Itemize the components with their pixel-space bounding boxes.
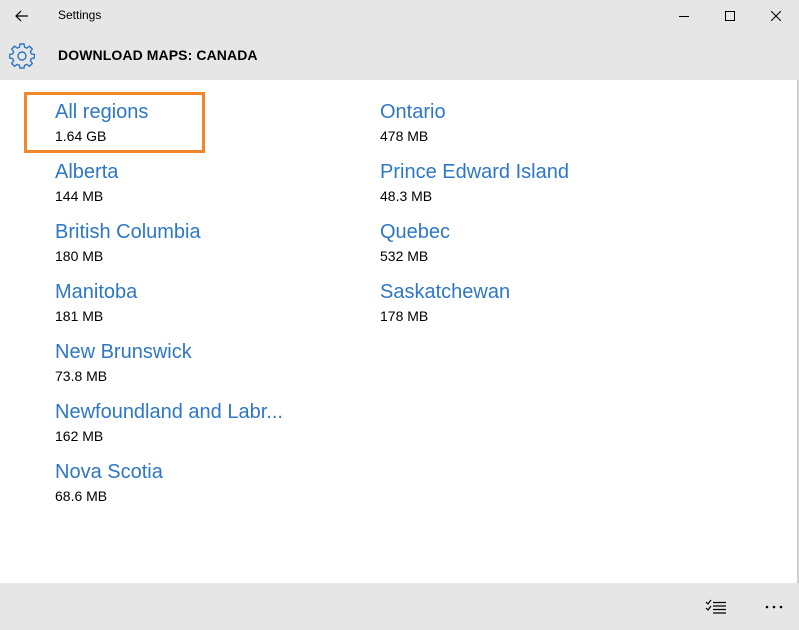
select-button[interactable] bbox=[692, 583, 740, 630]
region-name: British Columbia bbox=[55, 221, 201, 243]
window-title: Settings bbox=[58, 8, 102, 22]
region-item-prince-edward-island[interactable]: Prince Edward Island 48.3 MB bbox=[380, 140, 670, 204]
region-name: Newfoundland and Labr... bbox=[55, 401, 283, 423]
back-arrow-icon bbox=[15, 10, 28, 22]
region-name: Quebec bbox=[380, 221, 451, 243]
region-item-british-columbia[interactable]: British Columbia 180 MB bbox=[55, 200, 345, 264]
regions-list: All regions 1.64 GB Alberta 144 MB Briti… bbox=[0, 80, 799, 583]
region-size: 68.6 MB bbox=[55, 488, 108, 504]
more-ellipsis-icon bbox=[765, 605, 783, 608]
region-name: All regions bbox=[55, 101, 149, 123]
minimize-button[interactable] bbox=[661, 0, 707, 32]
select-list-icon bbox=[705, 599, 726, 614]
close-icon bbox=[771, 11, 781, 21]
region-item-all-regions[interactable]: All regions 1.64 GB bbox=[55, 80, 345, 144]
region-item-manitoba[interactable]: Manitoba 181 MB bbox=[55, 260, 345, 324]
region-name: Prince Edward Island bbox=[380, 161, 569, 183]
maximize-button[interactable] bbox=[707, 0, 753, 32]
minimize-icon bbox=[679, 16, 689, 17]
title-bar: Settings bbox=[0, 0, 799, 32]
maximize-icon bbox=[725, 11, 735, 21]
gear-icon bbox=[9, 43, 35, 69]
region-item-alberta[interactable]: Alberta 144 MB bbox=[55, 140, 345, 204]
region-size: 178 MB bbox=[380, 308, 429, 324]
region-name: Saskatchewan bbox=[380, 281, 511, 303]
region-name: New Brunswick bbox=[55, 341, 192, 363]
app-bar bbox=[0, 583, 799, 630]
region-name: Manitoba bbox=[55, 281, 138, 303]
close-button[interactable] bbox=[753, 0, 799, 32]
region-name: Nova Scotia bbox=[55, 461, 163, 483]
more-button[interactable] bbox=[750, 583, 798, 630]
region-item-quebec[interactable]: Quebec 532 MB bbox=[380, 200, 670, 264]
region-item-newfoundland-and-labrador[interactable]: Newfoundland and Labr... 162 MB bbox=[55, 380, 345, 444]
region-item-new-brunswick[interactable]: New Brunswick 73.8 MB bbox=[55, 320, 345, 384]
region-name: Alberta bbox=[55, 161, 119, 183]
back-button[interactable] bbox=[0, 0, 44, 32]
region-name: Ontario bbox=[380, 101, 446, 123]
page-header: DOWNLOAD MAPS: CANADA bbox=[0, 32, 799, 80]
page-title: DOWNLOAD MAPS: CANADA bbox=[58, 47, 258, 63]
region-item-saskatchewan[interactable]: Saskatchewan 178 MB bbox=[380, 260, 670, 324]
region-item-nova-scotia[interactable]: Nova Scotia 68.6 MB bbox=[55, 440, 345, 504]
region-item-ontario[interactable]: Ontario 478 MB bbox=[380, 80, 670, 144]
